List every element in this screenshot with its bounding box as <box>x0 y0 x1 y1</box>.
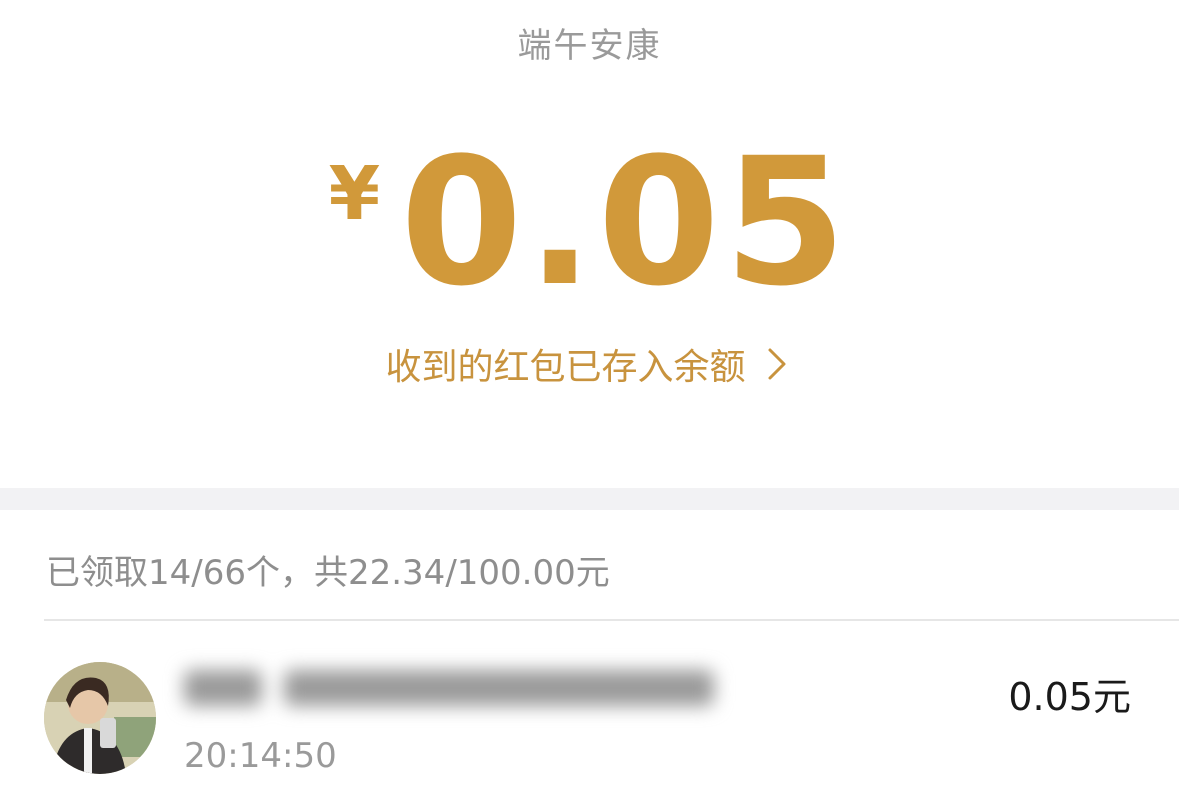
avatar[interactable] <box>44 662 156 774</box>
received-amount-value: 0.05元 <box>1008 675 1131 719</box>
red-packet-greeting-title: 端午安康 <box>517 26 662 66</box>
receive-time: 20:14:50 <box>184 736 337 776</box>
section-separator <box>0 488 1179 510</box>
list-divider <box>44 619 1179 621</box>
balance-deposit-link[interactable]: 收到的红包已存入余额 <box>0 338 1179 390</box>
received-amount: ¥ 0.05 <box>0 135 1179 311</box>
red-packet-detail-page: 端午安康 ¥ 0.05 收到的红包已存入余额 已领取14/66个，共22.34/… <box>0 0 1179 801</box>
chevron-right-icon <box>768 348 785 380</box>
deposit-link-label: 收到的红包已存入余额 <box>385 347 746 388</box>
currency-symbol: ¥ <box>328 151 381 237</box>
claim-summary: 已领取14/66个，共22.34/100.00元 <box>46 553 610 593</box>
nickname-blurred <box>184 670 714 706</box>
list-item[interactable]: 20:14:50 0.05元 <box>0 640 1179 801</box>
amount-value: 0.05 <box>400 120 851 325</box>
user-avatar-photo-icon <box>44 662 156 774</box>
